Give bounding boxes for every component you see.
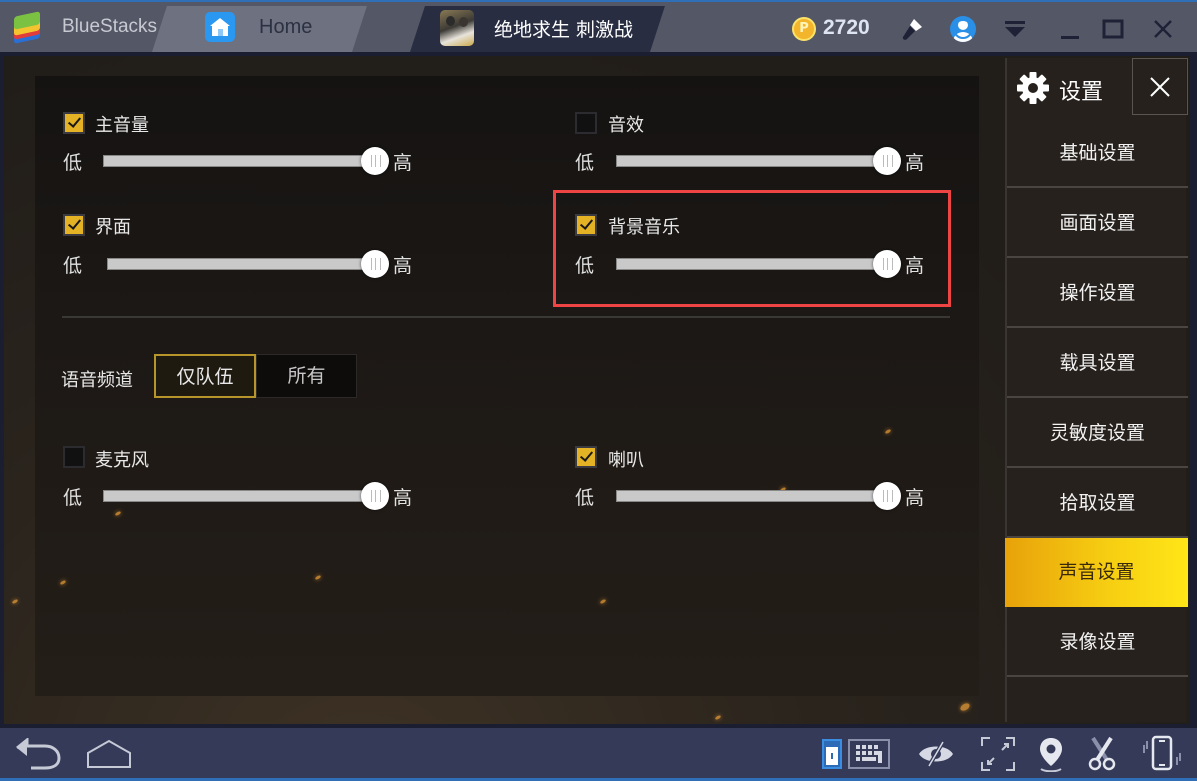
portrait-mode-icon[interactable] [822,736,842,772]
speaker-thumb[interactable] [873,482,901,510]
settings-title: 设置 [1059,80,1104,105]
speaker-label: 喇叭 [608,450,644,471]
title-bar: BlueStacks Home 绝地求生 刺激战 P 2720 [0,0,1197,52]
voice-channel-label: 语音频道 [61,370,133,391]
high-label: 高 [905,152,925,174]
interface-thumb[interactable] [361,250,389,278]
interface-label: 界面 [95,217,131,238]
tab-game-label: 绝地求生 刺激战 [494,18,634,41]
microphone-track[interactable] [103,490,373,502]
menu-item-basic[interactable]: 基础设置 [1007,119,1188,188]
interface-track[interactable] [107,258,373,270]
low-label: 低 [63,152,83,174]
high-label: 高 [393,152,413,174]
tab-home[interactable]: Home [205,12,312,42]
master-volume-thumb[interactable] [361,147,389,175]
high-label: 高 [393,255,413,277]
sound-effects-checkbox[interactable] [575,112,597,134]
home-icon[interactable] [84,736,134,772]
close-icon [1150,76,1170,97]
bluestacks-logo: BlueStacks [12,11,158,44]
interface-checkbox[interactable] [63,214,85,236]
gear-icon [1017,72,1049,104]
speaker-checkbox[interactable] [575,446,597,468]
low-label: 低 [63,255,83,277]
game-thumbnail-icon [440,10,474,46]
tab-home-label: Home [259,15,313,38]
menu-item-pickup[interactable]: 拾取设置 [1007,469,1188,538]
back-icon[interactable] [12,736,64,772]
android-nav-bar [0,728,1197,781]
fullscreen-icon[interactable] [980,736,1016,772]
bluestacks-logo-icon [12,11,42,44]
microphone-checkbox[interactable] [63,446,85,468]
account-icon[interactable] [948,14,978,44]
home-icon [205,12,235,42]
background-music-label: 背景音乐 [608,217,680,238]
low-label: 低 [63,487,83,509]
high-label: 高 [393,487,413,509]
menu-icon[interactable] [1000,14,1030,44]
master-volume-label: 主音量 [95,115,149,136]
location-icon[interactable] [1036,736,1066,772]
menu-item-sensitivity[interactable]: 灵敏度设置 [1007,399,1188,468]
speaker-track[interactable] [616,490,886,502]
menu-item-vehicle[interactable]: 载具设置 [1007,329,1188,398]
highlight-box [553,190,951,307]
background-music-track[interactable] [616,258,886,270]
menu-item-graphics[interactable]: 画面设置 [1007,189,1188,258]
coin-icon[interactable]: P [792,17,816,41]
microphone-label: 麦克风 [95,450,149,471]
settings-close-button[interactable] [1132,58,1188,115]
close-icon[interactable] [1148,14,1178,44]
menu-item-controls[interactable]: 操作设置 [1007,259,1188,328]
voice-channel-all[interactable]: 所有 [256,354,357,398]
keyboard-icon[interactable] [848,736,890,772]
background-music-thumb[interactable] [873,250,901,278]
section-divider [62,316,950,318]
background-music-checkbox[interactable] [575,214,597,236]
tab-game[interactable]: 绝地求生 刺激战 [440,10,633,46]
brush-icon[interactable] [897,14,927,44]
low-label: 低 [575,255,595,277]
menu-item-recording[interactable]: 录像设置 [1007,608,1188,677]
settings-header: 设置 [1007,58,1188,118]
low-label: 低 [575,152,595,174]
brand-name: BlueStacks [62,16,158,37]
settings-sidebar: 设置 基础设置 画面设置 操作设置 载具设置 灵敏度设置 拾取设置 声音设置 录… [1005,58,1188,722]
master-volume-track[interactable] [103,155,373,167]
hide-icon[interactable] [916,736,956,772]
coin-count[interactable]: 2720 [823,16,870,40]
high-label: 高 [905,487,925,509]
maximize-icon[interactable] [1098,14,1128,44]
voice-channel-team-only[interactable]: 仅队伍 [154,354,256,398]
minimize-icon[interactable] [1055,14,1085,44]
master-volume-checkbox[interactable] [63,112,85,134]
menu-item-sound[interactable]: 声音设置 [1005,538,1188,607]
high-label: 高 [905,255,925,277]
screenshot-scissors-icon[interactable] [1086,736,1118,772]
microphone-thumb[interactable] [361,482,389,510]
sound-effects-track[interactable] [616,155,886,167]
sound-effects-thumb[interactable] [873,147,901,175]
low-label: 低 [575,487,595,509]
shake-icon[interactable] [1142,735,1182,772]
sound-effects-label: 音效 [608,115,644,136]
